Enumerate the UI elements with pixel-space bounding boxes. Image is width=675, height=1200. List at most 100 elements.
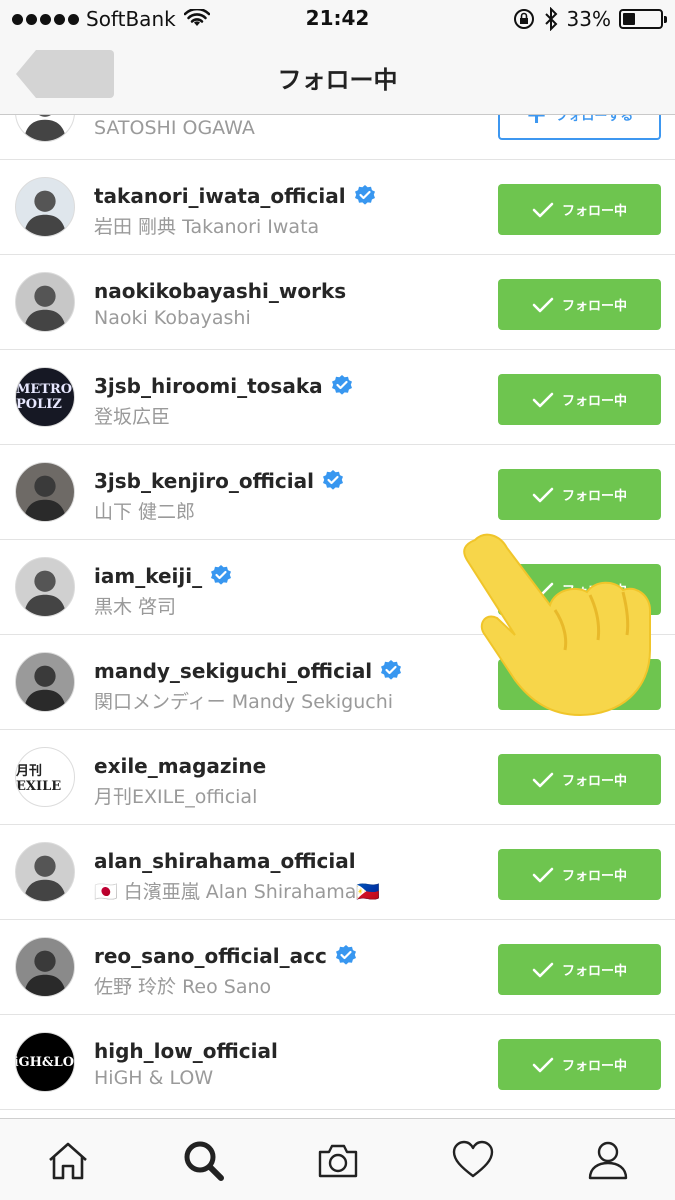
username[interactable]: naokikobayashi_works bbox=[94, 279, 346, 303]
list-item[interactable]: alan_shirahama_official 🇯🇵 白濱亜嵐 Alan Shir… bbox=[0, 825, 675, 920]
battery-icon bbox=[619, 9, 667, 29]
avatar-photo bbox=[23, 285, 67, 331]
following-button[interactable]: フォロー中 bbox=[498, 1039, 661, 1090]
username-line: 3jsb_hiroomi_tosaka bbox=[94, 374, 354, 398]
username-line: 3jsb_kenjiro_official bbox=[94, 469, 345, 493]
following-button[interactable]: フォロー中 bbox=[498, 279, 661, 330]
following-button[interactable]: フォロー中 bbox=[498, 754, 661, 805]
full-name: 月刊EXILE_official bbox=[94, 786, 258, 808]
following-button[interactable]: フォロー中 bbox=[498, 374, 661, 425]
avatar[interactable] bbox=[15, 462, 75, 522]
button-label: フォロー中 bbox=[561, 489, 627, 504]
username[interactable]: alan_shirahama_official bbox=[94, 849, 356, 873]
verified-badge-icon bbox=[354, 185, 375, 205]
button-label: フォロー中 bbox=[561, 869, 627, 884]
username-line: naokikobayashi_works bbox=[94, 279, 346, 303]
list-item[interactable]: naokikobayashi_works Naoki Kobayashi フォロー中 bbox=[0, 255, 675, 350]
username[interactable]: mandy_sekiguchi_official bbox=[94, 659, 372, 683]
avatar[interactable] bbox=[15, 937, 75, 997]
list-item[interactable]: METRO POLIZ 3jsb_hiroomi_tosaka 登坂広臣 フォロー中 bbox=[0, 350, 675, 445]
list-item[interactable]: reo_sano_official_acc 佐野 玲於 Reo Sano フォロー中 bbox=[0, 920, 675, 1015]
battery-percent: 33% bbox=[566, 7, 611, 31]
following-button[interactable]: フォロー中 bbox=[498, 849, 661, 900]
full-name: 🇯🇵 白濱亜嵐 Alan Shirahama🇵🇭 bbox=[94, 881, 381, 903]
verified-badge-icon bbox=[211, 565, 232, 585]
pointing-hand-icon bbox=[463, 533, 651, 717]
full-name: 岩田 剛典 Takanori Iwata bbox=[94, 216, 320, 238]
full-name: 佐野 玲於 Reo Sano bbox=[94, 976, 272, 998]
list-item[interactable]: SATOSHI OGAWA + フォローする bbox=[0, 115, 675, 160]
avatar[interactable] bbox=[15, 842, 75, 902]
button-label: フォロー中 bbox=[561, 299, 627, 314]
username-line: exile_magazine bbox=[94, 754, 266, 778]
avatar[interactable]: METRO POLIZ bbox=[15, 367, 75, 427]
checkmark-icon bbox=[532, 1057, 554, 1072]
home-icon bbox=[48, 1142, 87, 1180]
verified-badge-icon bbox=[381, 660, 402, 680]
avatar-photo bbox=[23, 115, 67, 141]
tab-home[interactable] bbox=[0, 1119, 135, 1200]
list-item[interactable]: takanori_iwata_official 岩田 剛典 Takanori Iw… bbox=[0, 160, 675, 255]
avatar[interactable] bbox=[15, 557, 75, 617]
checkmark-icon bbox=[532, 962, 554, 977]
heart-icon bbox=[452, 1140, 493, 1178]
navigation-bar: フォロー中 bbox=[0, 38, 675, 115]
list-item[interactable]: HiGH&LOW high_low_official HiGH & LOW フォロー中 bbox=[0, 1015, 675, 1110]
username[interactable]: 3jsb_hiroomi_tosaka bbox=[94, 374, 323, 398]
verified-badge-icon bbox=[331, 375, 352, 395]
avatar[interactable]: 月刊EXILE bbox=[15, 747, 75, 807]
avatar-logo-text: HiGH&LOW bbox=[16, 1054, 75, 1070]
list-item[interactable]: 3jsb_kenjiro_official 山下 健二郎 フォロー中 bbox=[0, 445, 675, 540]
username-line: iam_keiji_ bbox=[94, 564, 233, 588]
avatar[interactable]: HiGH&LOW bbox=[15, 1032, 75, 1092]
button-label: フォローする bbox=[555, 115, 634, 124]
plus-icon: + bbox=[526, 115, 548, 128]
list-item[interactable]: 月刊EXILE exile_magazine 月刊EXILE_official フォロ… bbox=[0, 730, 675, 825]
button-label: フォロー中 bbox=[561, 964, 627, 979]
avatar[interactable] bbox=[15, 272, 75, 332]
avatar[interactable] bbox=[15, 115, 75, 142]
avatar-photo bbox=[23, 190, 67, 236]
avatar-logo-text: METRO POLIZ bbox=[16, 382, 73, 412]
button-label: フォロー中 bbox=[561, 204, 627, 219]
button-label: フォロー中 bbox=[561, 394, 627, 409]
follow-button[interactable]: + フォローする bbox=[498, 115, 661, 140]
username[interactable]: high_low_official bbox=[94, 1039, 278, 1063]
bluetooth-icon bbox=[544, 7, 557, 31]
username-line: mandy_sekiguchi_official bbox=[94, 659, 403, 683]
verified-badge-icon bbox=[322, 470, 343, 490]
verified-badge-icon bbox=[335, 945, 356, 965]
full-name: SATOSHI OGAWA bbox=[94, 117, 255, 139]
button-label: フォロー中 bbox=[561, 774, 627, 789]
avatar[interactable] bbox=[15, 177, 75, 237]
avatar[interactable] bbox=[15, 652, 75, 712]
full-name: Naoki Kobayashi bbox=[94, 307, 251, 329]
following-button[interactable]: フォロー中 bbox=[498, 184, 661, 235]
avatar-photo bbox=[23, 855, 67, 901]
full-name: 山下 健二郎 bbox=[94, 501, 196, 523]
username[interactable]: exile_magazine bbox=[94, 754, 266, 778]
username-line: reo_sano_official_acc bbox=[94, 944, 358, 968]
page-title: フォロー中 bbox=[277, 66, 398, 94]
username[interactable]: 3jsb_kenjiro_official bbox=[94, 469, 314, 493]
tab-bar bbox=[0, 1118, 675, 1200]
checkmark-icon bbox=[532, 772, 554, 787]
following-button[interactable]: フォロー中 bbox=[498, 944, 661, 995]
avatar-logo-text: 月刊EXILE bbox=[16, 764, 62, 794]
username[interactable]: iam_keiji_ bbox=[94, 564, 202, 588]
username[interactable]: takanori_iwata_official bbox=[94, 184, 346, 208]
tab-profile[interactable] bbox=[540, 1119, 675, 1200]
tab-camera[interactable] bbox=[270, 1119, 405, 1200]
checkmark-icon bbox=[532, 392, 554, 407]
checkmark-icon bbox=[532, 202, 554, 217]
following-button[interactable]: フォロー中 bbox=[498, 469, 661, 520]
full-name: 登坂広臣 bbox=[94, 406, 171, 428]
username[interactable]: reo_sano_official_acc bbox=[94, 944, 327, 968]
tab-activity[interactable] bbox=[405, 1119, 540, 1200]
battery-level-fill bbox=[623, 13, 635, 25]
status-right: 33% bbox=[513, 6, 667, 32]
avatar-photo bbox=[23, 950, 67, 996]
username-line: takanori_iwata_official bbox=[94, 184, 377, 208]
tab-search[interactable] bbox=[135, 1119, 270, 1200]
full-name: 関口メンディー Mandy Sekiguchi bbox=[94, 691, 394, 713]
